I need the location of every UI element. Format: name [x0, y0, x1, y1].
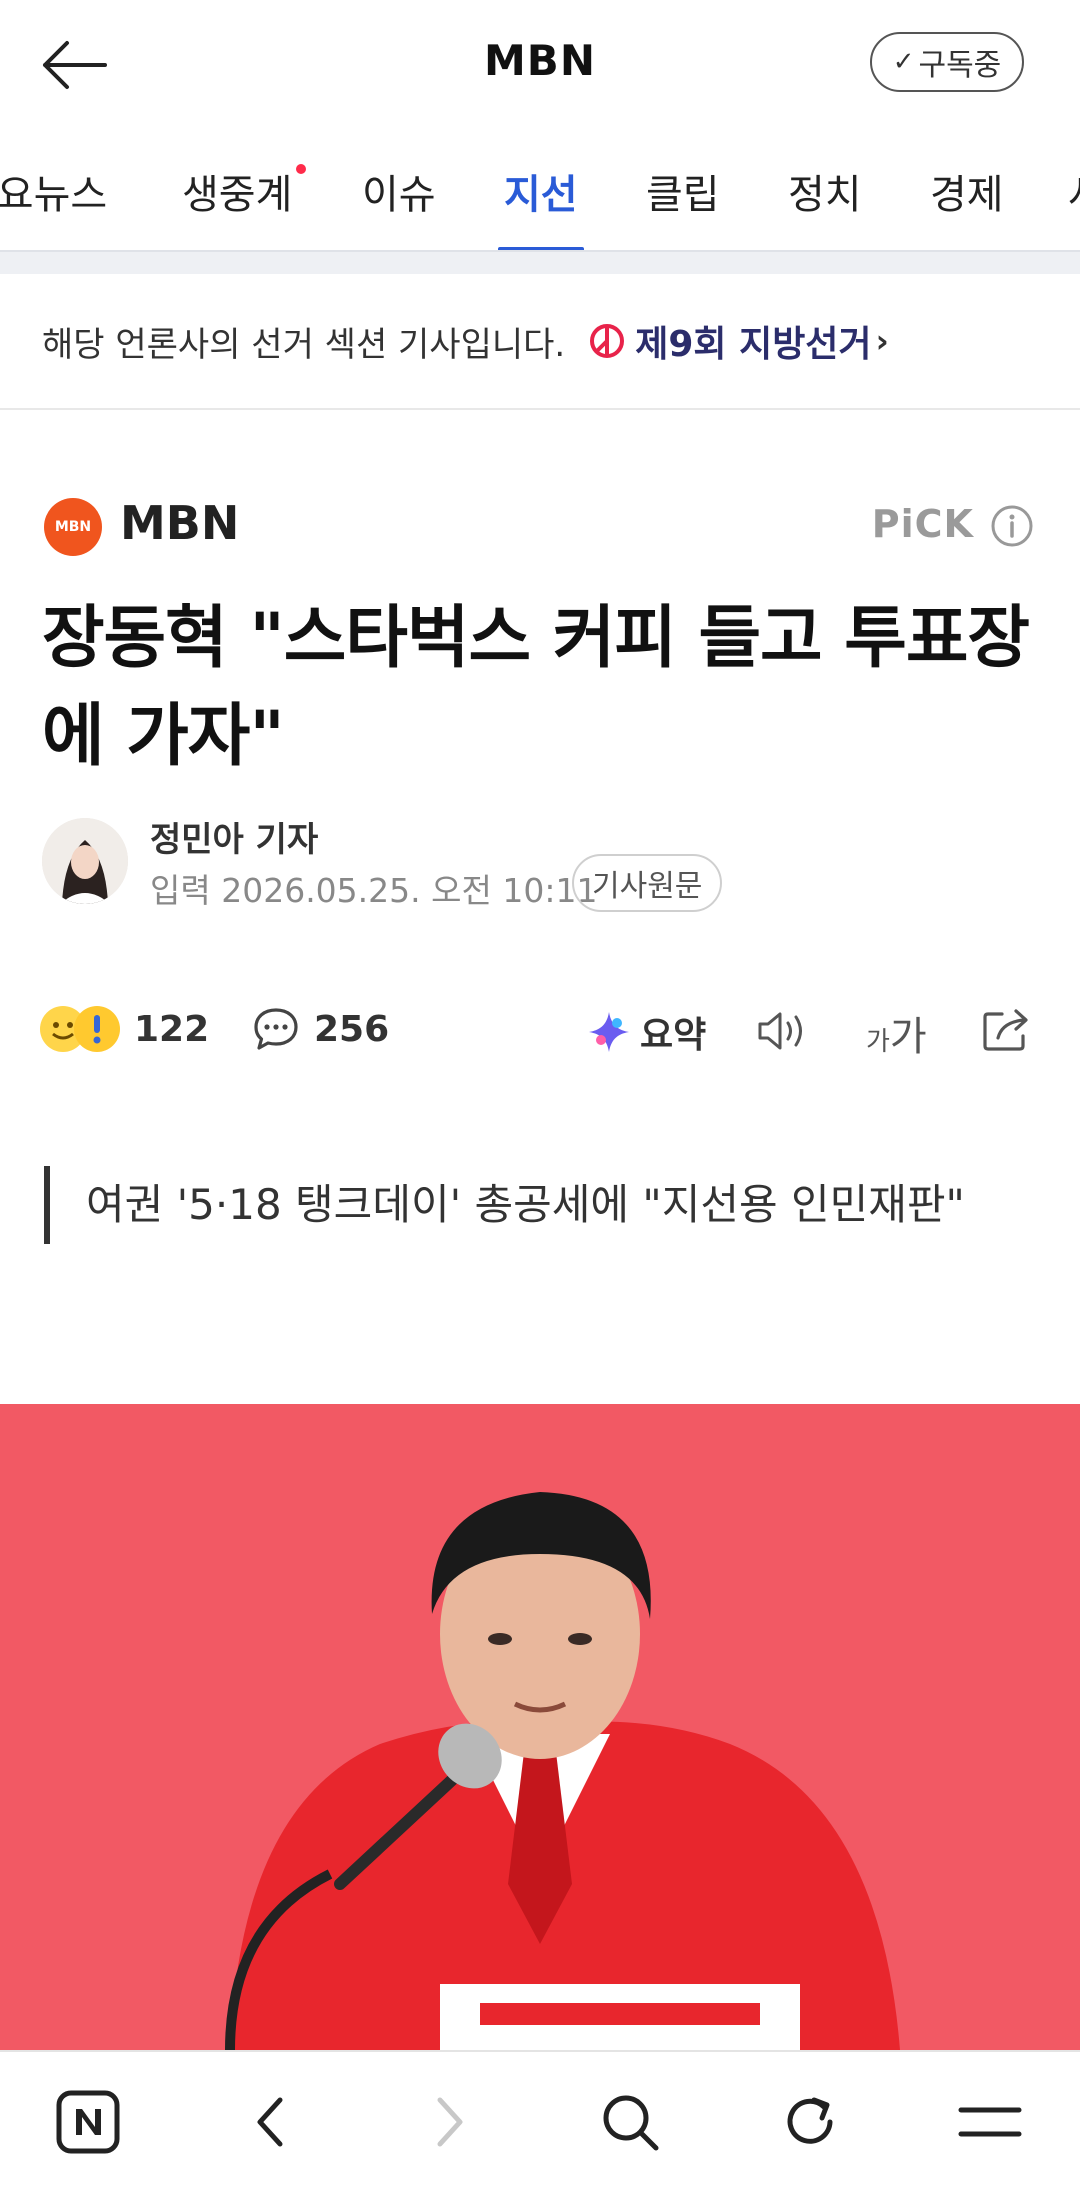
tab-politics[interactable]: 정치 [788, 162, 862, 252]
election-section-link[interactable]: 제9회 지방선거 › [589, 315, 889, 367]
tab-society[interactable]: 사 [1068, 162, 1080, 252]
article-date: 입력 2026.05.25. 오전 10:11 [150, 871, 598, 910]
search-icon [603, 2095, 659, 2151]
press-logo[interactable]: MBN [44, 498, 102, 556]
pick-badge: PiCK [871, 502, 974, 546]
menu-button[interactable] [950, 2082, 1030, 2162]
summary-button[interactable]: 요약 [586, 1006, 706, 1058]
text-to-speech-button[interactable] [756, 1008, 812, 1058]
press-name[interactable]: MBN [120, 496, 239, 550]
tab-local-election[interactable]: 지선 [498, 162, 584, 252]
tab-main-news[interactable]: 주요뉴스 [0, 162, 107, 252]
original-article-button[interactable]: 기사원문 [572, 854, 723, 912]
hamburger-menu-icon [958, 2107, 1022, 2137]
naver-home-button[interactable] [48, 2082, 128, 2162]
share-button[interactable] [980, 1004, 1034, 1058]
naver-logo-icon [56, 2090, 120, 2154]
bottom-navigation [0, 2050, 1080, 2188]
nav-back-button[interactable] [230, 2082, 310, 2162]
check-icon: ✓ [892, 47, 915, 77]
chevron-right-icon [437, 2097, 463, 2147]
section-tabs: 주요뉴스 생중계 이슈 지선 클립 정치 경제 사 [0, 140, 1080, 252]
font-big-label: 가 [889, 1014, 927, 1060]
chevron-right-icon: › [875, 322, 889, 360]
share-icon [983, 1009, 1028, 1051]
section-divider [0, 250, 1080, 274]
info-icon[interactable] [990, 504, 1034, 548]
top-header: MBN ✓ 구독중 [0, 0, 1080, 130]
reporter-name[interactable]: 정민아 기자 [150, 812, 318, 861]
article-subheading: 여권 '5·18 탱크데이' 총공세에 "지선용 인민재판" [44, 1166, 1034, 1244]
summary-label: 요약 [640, 1015, 707, 1056]
reaction-button[interactable]: 122 [40, 1006, 209, 1052]
tab-economy[interactable]: 경제 [930, 162, 1004, 252]
chevron-left-icon [257, 2097, 283, 2147]
comment-count: 256 [314, 1008, 390, 1050]
reporter-info: 정민아 기자 입력 2026.05.25. 오전 10:11 기사원문 [42, 812, 1042, 912]
tab-issue[interactable]: 이슈 [362, 162, 436, 252]
article-photo[interactable] [0, 1404, 1080, 2050]
reporter-avatar[interactable] [42, 818, 128, 904]
comment-button[interactable]: 256 [252, 1006, 389, 1052]
subscribe-button[interactable]: ✓ 구독중 [870, 32, 1024, 92]
tab-clip[interactable]: 클립 [646, 162, 720, 252]
reaction-count: 122 [134, 1008, 210, 1050]
font-size-button[interactable]: 가가 [866, 1004, 927, 1062]
press-row: MBN MBN PiCK [44, 494, 1034, 556]
search-button[interactable] [590, 2082, 670, 2162]
comment-icon [254, 1008, 298, 1050]
font-small-label: 가 [866, 1027, 890, 1057]
refresh-button[interactable] [770, 2082, 850, 2162]
article-action-bar: 122 256 요약 가가 [40, 1000, 1040, 1070]
refresh-icon [787, 2097, 833, 2144]
surprise-emoji-icon [74, 1006, 120, 1052]
election-notice: 해당 언론사의 선거 섹션 기사입니다. [42, 324, 566, 365]
article-headline: 장동혁 "스타벅스 커피 들고 투표장에 가자" [42, 599, 1030, 776]
ai-sparkle-icon [589, 1012, 629, 1052]
subscribe-label: 구독중 [918, 48, 1002, 83]
election-link-label: 제9회 지방선거 [635, 324, 872, 365]
election-section-banner: 해당 언론사의 선거 섹션 기사입니다. 제9회 지방선거 › [0, 274, 1080, 410]
new-dot-icon [296, 164, 307, 174]
nav-forward-button[interactable] [410, 2082, 490, 2162]
ballot-emblem-icon [590, 324, 625, 358]
tab-live[interactable]: 생중계 [182, 162, 307, 252]
speaker-icon [758, 1012, 802, 1050]
